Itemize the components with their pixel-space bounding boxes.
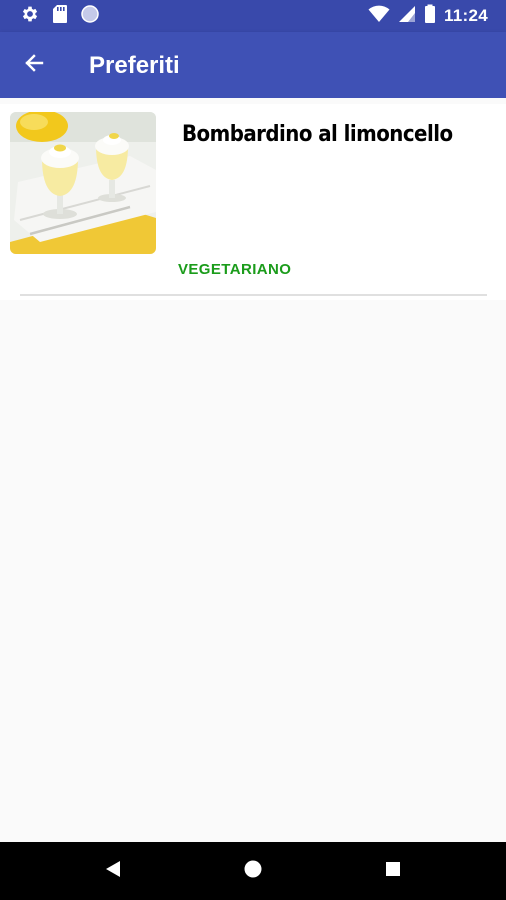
arrow-left-icon: [22, 51, 46, 80]
status-system: 11:24: [368, 4, 488, 29]
nav-recents-button[interactable]: [381, 859, 405, 883]
nav-home-button[interactable]: [241, 859, 265, 883]
status-time: 11:24: [443, 6, 488, 25]
nav-back-button[interactable]: [101, 859, 125, 883]
home-circle-icon: [243, 859, 263, 884]
back-triangle-icon: [104, 860, 122, 883]
signal-icon: [398, 5, 416, 28]
recents-square-icon: [384, 860, 402, 883]
recipe-title: Bombardino al limoncello: [182, 122, 453, 147]
navigation-bar: [0, 842, 506, 900]
recipe-image: [10, 112, 156, 254]
page-title: Preferiti: [89, 52, 180, 79]
battery-icon: [424, 4, 436, 29]
sd-card-icon: [52, 4, 68, 29]
favorites-list[interactable]: Bombardino al limoncello VEGETARIANO: [0, 98, 506, 842]
status-notifications: [20, 4, 100, 29]
divider: [20, 294, 487, 296]
gear-icon: [20, 4, 40, 29]
list-item[interactable]: Bombardino al limoncello VEGETARIANO: [0, 104, 506, 300]
circle-icon: [80, 4, 100, 29]
status-bar: 11:24: [0, 0, 506, 32]
recipe-tag: VEGETARIANO: [178, 261, 292, 278]
app-bar: Preferiti: [0, 32, 506, 98]
wifi-icon: [368, 5, 390, 28]
back-button[interactable]: [14, 45, 54, 85]
